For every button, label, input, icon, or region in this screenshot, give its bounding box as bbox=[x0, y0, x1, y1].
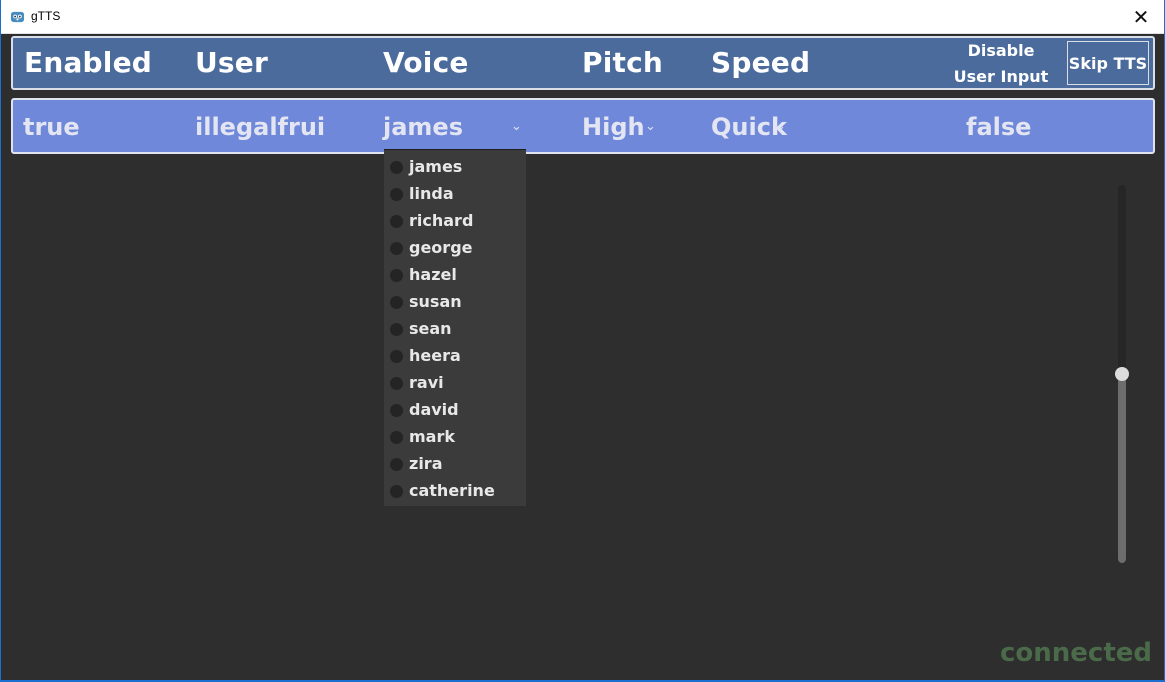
dropdown-item[interactable]: mark bbox=[384, 427, 526, 454]
radio-icon bbox=[390, 431, 403, 444]
header-user: User bbox=[195, 46, 269, 79]
title-bar[interactable]: gTTS ✕ bbox=[1, 0, 1164, 34]
dropdown-item-label: george bbox=[409, 238, 473, 257]
dropdown-item[interactable]: david bbox=[384, 400, 526, 427]
header-disable-line2: User Input bbox=[953, 67, 1049, 86]
radio-icon bbox=[390, 296, 403, 309]
dropdown-item[interactable]: hazel bbox=[384, 265, 526, 292]
voice-dropdown-menu: james linda richard george hazel susan sean hee… bbox=[384, 149, 526, 506]
header-disable-user-input: Disable User Input bbox=[951, 38, 1051, 90]
dropdown-item[interactable]: ravi bbox=[384, 373, 526, 400]
radio-icon bbox=[390, 458, 403, 471]
header-voice: Voice bbox=[383, 46, 469, 79]
dropdown-item[interactable]: richard bbox=[384, 211, 526, 238]
volume-slider-fill bbox=[1118, 374, 1126, 563]
connection-status: connected bbox=[999, 638, 1152, 668]
dropdown-item-label: mark bbox=[409, 427, 455, 446]
window-title: gTTS bbox=[31, 9, 61, 23]
radio-icon bbox=[390, 350, 403, 363]
radio-icon bbox=[390, 269, 403, 282]
radio-icon bbox=[390, 215, 403, 228]
chevron-down-icon[interactable]: ⌄ bbox=[775, 119, 786, 134]
dropdown-item[interactable]: james bbox=[384, 157, 526, 184]
chevron-down-icon[interactable]: ⌄ bbox=[511, 119, 522, 134]
radio-icon bbox=[390, 404, 403, 417]
dropdown-item[interactable]: sean bbox=[384, 319, 526, 346]
dropdown-item[interactable]: catherine bbox=[384, 481, 526, 508]
close-icon: ✕ bbox=[1132, 4, 1150, 29]
radio-icon bbox=[390, 188, 403, 201]
dropdown-item-label: catherine bbox=[409, 481, 495, 500]
dropdown-item-label: ravi bbox=[409, 373, 444, 392]
voice-select[interactable]: james bbox=[383, 113, 463, 141]
row-enabled-toggle[interactable]: true bbox=[23, 113, 80, 141]
row-disable-input-toggle[interactable]: false bbox=[966, 113, 1031, 141]
radio-icon bbox=[390, 323, 403, 336]
row-user-name: illegalfrui bbox=[195, 113, 326, 141]
dropdown-item[interactable]: linda bbox=[384, 184, 526, 211]
dropdown-item-label: linda bbox=[409, 184, 454, 203]
close-button[interactable]: ✕ bbox=[1118, 0, 1164, 33]
volume-slider-handle[interactable] bbox=[1115, 367, 1129, 381]
app-window: gTTS ✕ Enabled User Voice Pitch Speed Di… bbox=[0, 0, 1165, 682]
header-speed: Speed bbox=[711, 46, 811, 79]
dropdown-item[interactable]: susan bbox=[384, 292, 526, 319]
chevron-down-icon[interactable]: ⌄ bbox=[645, 119, 656, 134]
dropdown-item-label: heera bbox=[409, 346, 461, 365]
radio-icon bbox=[390, 242, 403, 255]
header-enabled: Enabled bbox=[24, 46, 153, 79]
dropdown-item-label: hazel bbox=[409, 265, 457, 284]
godot-icon bbox=[10, 11, 25, 23]
header-pitch: Pitch bbox=[582, 46, 664, 79]
radio-icon bbox=[390, 377, 403, 390]
dropdown-item-label: richard bbox=[409, 211, 474, 230]
pitch-select[interactable]: High bbox=[582, 113, 645, 141]
radio-icon bbox=[390, 485, 403, 498]
dropdown-item-label: david bbox=[409, 400, 459, 419]
dropdown-item-label: susan bbox=[409, 292, 462, 311]
header-disable-line1: Disable bbox=[967, 41, 1035, 60]
user-row: true illegalfrui james ⌄ High ⌄ Quick ⌄ … bbox=[11, 98, 1155, 154]
dropdown-item-label: zira bbox=[409, 454, 443, 473]
dropdown-item-label: sean bbox=[409, 319, 452, 338]
dropdown-item-label: james bbox=[409, 157, 463, 176]
dropdown-item[interactable]: george bbox=[384, 238, 526, 265]
header-row: Enabled User Voice Pitch Speed Disable U… bbox=[11, 36, 1155, 90]
skip-tts-button[interactable]: Skip TTS bbox=[1067, 41, 1149, 85]
dropdown-item[interactable]: heera bbox=[384, 346, 526, 373]
dropdown-item[interactable]: zira bbox=[384, 454, 526, 481]
radio-icon bbox=[390, 161, 403, 174]
